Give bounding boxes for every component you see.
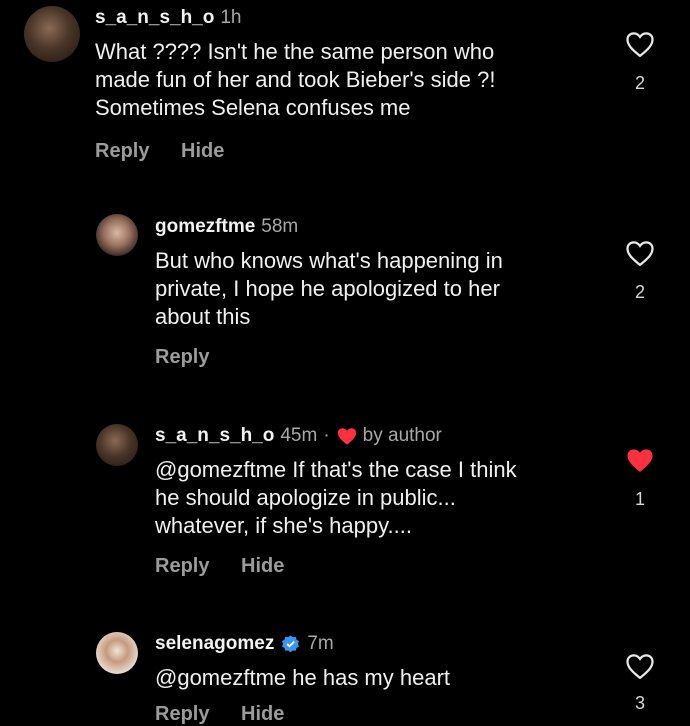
hide-button[interactable]: Hide bbox=[181, 140, 224, 162]
reply-button[interactable]: Reply bbox=[155, 555, 209, 577]
heart-outline-icon bbox=[626, 654, 654, 680]
meta-separator: · bbox=[323, 425, 330, 446]
comment-time: 7m bbox=[307, 633, 334, 654]
avatar[interactable] bbox=[24, 6, 80, 62]
avatar[interactable] bbox=[96, 214, 138, 256]
verified-badge-icon bbox=[280, 634, 301, 655]
heart-filled-icon bbox=[627, 449, 653, 472]
heart-outline-icon bbox=[626, 32, 654, 58]
hide-button[interactable]: Hide bbox=[241, 555, 284, 577]
comment-text: @gomezftme If that's the case I think he… bbox=[155, 457, 517, 538]
comment-time: 45m bbox=[280, 425, 318, 446]
comment-username[interactable]: s_a_n_s_h_o bbox=[155, 424, 274, 448]
comment-username[interactable]: s_a_n_s_h_o bbox=[95, 6, 214, 30]
like-count: 3 bbox=[634, 693, 645, 713]
like-button[interactable]: 1 bbox=[620, 446, 660, 510]
like-count: 2 bbox=[634, 73, 645, 93]
comment-text: @gomezftme he has my heart bbox=[155, 665, 451, 690]
comment-text: What ???? Isn't he the same person who m… bbox=[95, 39, 496, 120]
reply-button[interactable]: Reply bbox=[95, 140, 149, 162]
like-button[interactable]: 2 bbox=[620, 239, 660, 303]
like-count: 2 bbox=[634, 282, 645, 302]
comment-text: But who knows what's happening in privat… bbox=[155, 248, 503, 329]
like-button[interactable]: 2 bbox=[620, 30, 660, 94]
like-button[interactable]: 3 bbox=[620, 652, 660, 714]
author-like-heart-icon bbox=[336, 426, 358, 446]
avatar[interactable] bbox=[96, 632, 138, 674]
by-author-label: by author bbox=[362, 425, 442, 446]
avatar[interactable] bbox=[96, 424, 138, 466]
comment-time: 58m bbox=[261, 216, 299, 237]
comment-username[interactable]: selenagomez bbox=[155, 632, 274, 656]
like-count: 1 bbox=[634, 489, 645, 509]
reply-button[interactable]: Reply bbox=[155, 346, 209, 368]
reply-button[interactable]: Reply bbox=[155, 703, 209, 725]
hide-button[interactable]: Hide bbox=[241, 703, 284, 725]
comment-username[interactable]: gomezftme bbox=[155, 215, 255, 239]
comment-time: 1h bbox=[220, 7, 242, 28]
heart-outline-icon bbox=[626, 241, 654, 267]
